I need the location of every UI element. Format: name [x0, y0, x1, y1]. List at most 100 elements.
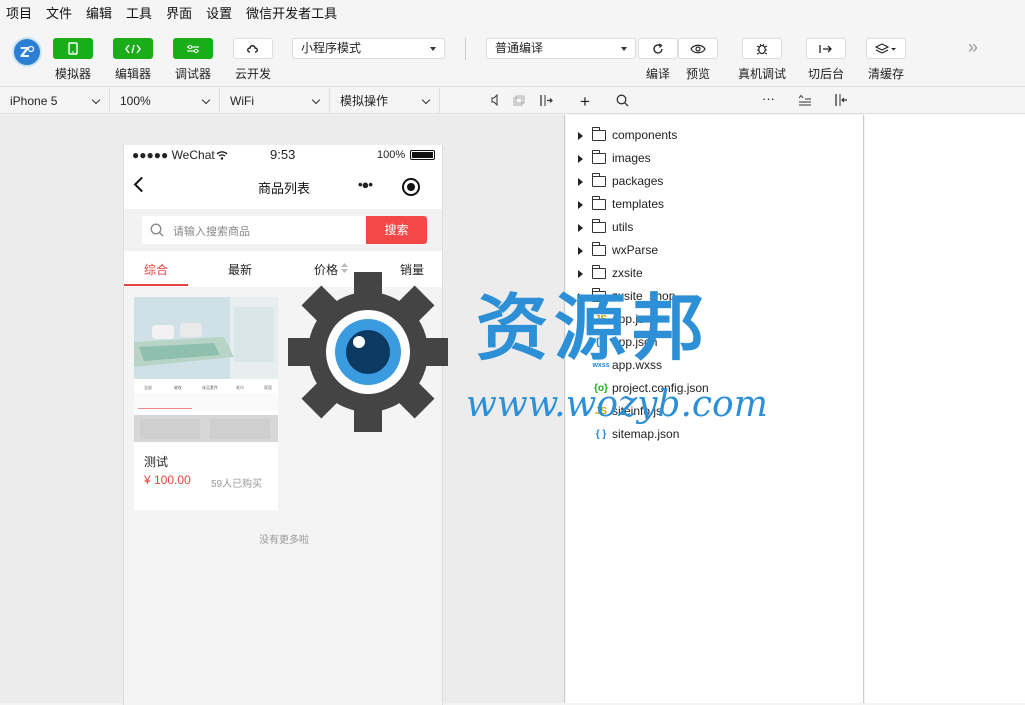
tree-folder[interactable]: templates	[566, 193, 864, 216]
tree-folder[interactable]: components	[566, 124, 864, 147]
menu-file[interactable]: 文件	[46, 3, 72, 22]
eye-icon	[690, 44, 706, 53]
mute-icon[interactable]	[490, 93, 500, 109]
caret-right-icon	[578, 132, 583, 140]
file-tree: components images packages templates uti…	[566, 115, 864, 703]
simulate-op-select[interactable]: 模拟操作	[330, 88, 440, 114]
tree-folder[interactable]: zxsite	[566, 262, 864, 285]
record-icon[interactable]	[402, 178, 420, 196]
js-file-icon: JS	[594, 314, 608, 325]
sliders-icon	[187, 44, 199, 53]
network-select[interactable]: WiFi	[220, 88, 330, 114]
tree-folder[interactable]: wxParse	[566, 239, 864, 262]
search-icon[interactable]	[616, 94, 629, 110]
tree-file[interactable]: { } sitemap.json	[566, 423, 864, 446]
folder-icon	[592, 219, 606, 233]
menu-settings[interactable]: 设置	[206, 3, 232, 22]
editor-button[interactable]	[113, 38, 153, 59]
device-select[interactable]: iPhone 5	[0, 88, 110, 114]
tree-folder[interactable]: images	[566, 147, 864, 170]
menu-interface[interactable]: 界面	[166, 3, 192, 22]
folder-icon	[592, 265, 606, 279]
file-panel-bar: + ···	[566, 88, 864, 114]
device-bar: iPhone 5 100% WiFi 模拟操作	[0, 88, 565, 114]
tree-file[interactable]: JS siteinfo.js	[566, 400, 864, 423]
tab-price[interactable]: 价格	[314, 261, 338, 278]
tree-file[interactable]: { } app.json	[566, 331, 864, 354]
refresh-icon	[653, 42, 663, 54]
tab-comprehensive[interactable]: 综合	[144, 261, 168, 278]
json-file-icon: { }	[595, 429, 607, 440]
clear-cache-button[interactable]	[866, 38, 906, 59]
bug-icon	[756, 43, 768, 55]
tree-file[interactable]: JS app.js	[566, 308, 864, 331]
caret-right-icon	[578, 247, 583, 255]
compile-button[interactable]	[638, 38, 678, 59]
phone-icon	[68, 42, 78, 55]
cloud-icon	[247, 44, 258, 53]
battery-icon	[410, 150, 435, 160]
tree-file-label: sitemap.json	[612, 427, 680, 441]
tree-folder-label: zxsite	[612, 266, 643, 280]
code-icon	[125, 44, 141, 53]
cloud-button[interactable]	[233, 38, 273, 59]
more-options-icon[interactable]: ···	[762, 91, 775, 106]
svg-text:家居: 家居	[264, 384, 272, 390]
sort-arrows-icon	[341, 262, 348, 276]
cloud-label: 云开发	[234, 67, 271, 81]
menu-edit[interactable]: 编辑	[86, 3, 112, 22]
tree-folder-label: packages	[612, 174, 664, 188]
search-icon	[150, 223, 164, 240]
collapse-all-icon[interactable]	[798, 94, 812, 109]
toolbar-divider	[465, 38, 466, 60]
caret-right-icon	[578, 270, 583, 278]
simulator-label: 模拟器	[54, 67, 91, 81]
list-footer: 没有更多啦	[259, 535, 309, 546]
more-icon[interactable]: •●•	[358, 177, 373, 192]
search-input[interactable]: 请输入搜索商品	[142, 216, 367, 244]
status-battery-text: 100%	[377, 149, 406, 161]
real-debug-button[interactable]	[742, 38, 782, 59]
tree-folder[interactable]: utils	[566, 216, 864, 239]
collapse-panel-icon[interactable]	[834, 93, 848, 110]
caret-right-icon	[578, 178, 583, 186]
product-price: ¥ 100.00	[144, 473, 191, 487]
menu-tools[interactable]: 工具	[126, 3, 152, 22]
clear-cache-label: 清缓存	[867, 67, 904, 81]
search-button[interactable]: 搜索	[366, 216, 427, 244]
tree-folder-label: zxsite_shop	[612, 289, 676, 303]
tab-latest[interactable]: 最新	[228, 261, 252, 278]
product-card[interactable]: 全部 被枕 床品套件 毛巾 家居 测试 ¥ 100.00 59人已购买	[134, 297, 278, 510]
compile-select-value: 普通编译	[495, 41, 544, 55]
caret-right-icon	[578, 293, 583, 301]
preview-button[interactable]	[678, 38, 718, 59]
preview-label: 预览	[685, 67, 710, 81]
tree-file[interactable]: {o} project.config.json	[566, 377, 864, 400]
caret-right-icon	[578, 201, 583, 209]
tree-folder-label: wxParse	[612, 243, 659, 257]
editor-label: 编辑器	[114, 67, 151, 81]
background-button[interactable]	[806, 38, 846, 59]
detach-icon[interactable]	[539, 94, 553, 110]
tree-folder[interactable]: zxsite_shop	[566, 285, 864, 308]
zoom-select[interactable]: 100%	[110, 88, 220, 114]
product-name: 测试	[144, 455, 169, 469]
mode-select[interactable]: 小程序模式	[292, 38, 445, 59]
status-time: 9:53	[270, 147, 296, 162]
tab-sales[interactable]: 销量	[400, 261, 424, 278]
add-icon[interactable]: +	[580, 92, 590, 112]
menu-devtools[interactable]: 微信开发者工具	[246, 3, 337, 22]
window-icon[interactable]	[513, 95, 525, 109]
product-image: 全部 被枕 床品套件 毛巾 家居	[134, 297, 278, 442]
menu-project[interactable]: 项目	[6, 3, 32, 22]
avatar[interactable]: Z	[12, 37, 42, 67]
simulator-button[interactable]	[53, 38, 93, 59]
compile-select[interactable]: 普通编译	[486, 38, 636, 59]
debugger-button[interactable]	[173, 38, 213, 59]
expand-toolbar-icon[interactable]: »	[968, 37, 978, 58]
tree-file[interactable]: wxss app.wxss	[566, 354, 864, 377]
folder-icon	[592, 242, 606, 256]
tree-folder[interactable]: packages	[566, 170, 864, 193]
folder-icon	[592, 288, 606, 302]
tree-folder-label: utils	[612, 220, 634, 234]
